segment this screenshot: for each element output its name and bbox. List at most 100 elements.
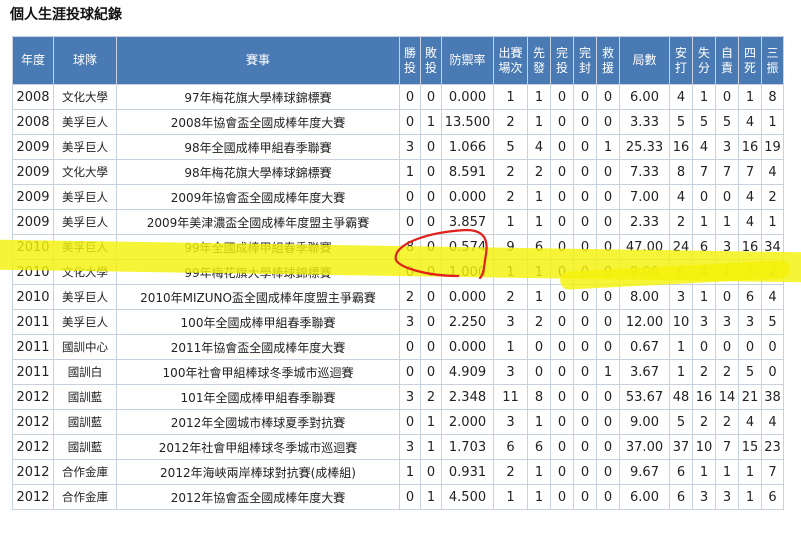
cell-wins: 1 [399,159,421,185]
cell-wins: 0 [399,259,421,285]
cell-era: 4.909 [441,359,494,385]
cell-hits: 8 [669,159,693,185]
cell-saves: 0 [596,184,620,210]
cell-hits: 4 [669,184,693,210]
cell-strikeouts: 19 [761,134,784,160]
cell-walks: 4 [738,209,762,235]
cell-innings: 2.33 [619,209,670,235]
cell-innings: 53.67 [619,384,670,410]
column-header-runs: 失分 [692,36,716,85]
cell-walks: 3 [738,309,762,335]
cell-games: 9 [493,234,528,260]
cell-walks: 4 [738,184,762,210]
cell-shutouts: 0 [573,409,597,435]
cell-saves: 0 [596,159,620,185]
cell-hits: 37 [669,434,693,460]
column-header-earned-runs: 自責 [715,36,739,85]
table-row: 2012 合作金庫 2012年海峽兩岸棒球對抗賽(成棒組) 1 0 0.931 2 1 0 0 0 9… [12,459,784,485]
column-header-starts: 先發 [527,36,551,85]
cell-walks: 16 [738,234,762,260]
table-row: 2009 文化大學 98年梅花旗大學棒球錦標賽 1 0 8.591 2 2 0 0 0 7.33 8 7 7… [12,159,784,185]
cell-losses: 0 [420,334,442,360]
cell-event: 2012年海峽兩岸棒球對抗賽(成棒組) [116,459,400,485]
pitching-record-table: 年度 球隊 賽事勝投敗投防禦率 出賽 場次先發完投完封救援局數安打失分自責四死三振 20… [12,36,784,510]
cell-earned-runs: 3 [715,234,739,260]
cell-games: 1 [493,334,528,360]
cell-games: 5 [493,134,528,160]
cell-era: 0.000 [441,184,494,210]
cell-hits: 2 [669,209,693,235]
cell-earned-runs: 2 [715,409,739,435]
cell-era: 0.000 [441,334,494,360]
cell-wins: 3 [399,434,421,460]
cell-shutouts: 0 [573,134,597,160]
cell-complete-games: 0 [550,384,574,410]
cell-starts: 6 [527,234,551,260]
cell-era: 0.574 [441,234,494,260]
cell-event: 99年全國成棒甲組春季聯賽 [116,234,400,260]
cell-strikeouts: 2 [761,259,784,285]
cell-year: 2012 [12,459,54,485]
cell-strikeouts: 7 [761,459,784,485]
cell-shutouts: 0 [573,334,597,360]
table-row: 2009 美孚巨人 2009年協會盃全國成棒年度大賽 0 0 0.000 2 1 0 0 0 7.00… [12,184,784,210]
cell-losses: 0 [420,184,442,210]
cell-event: 2011年協會盃全國成棒年度大賽 [116,334,400,360]
cell-saves: 0 [596,484,620,510]
cell-complete-games: 0 [550,434,574,460]
cell-starts: 1 [527,284,551,310]
table-row: 2011 國訓中心 2011年協會盃全國成棒年度大賽 0 0 0.000 1 0 0 0 0 0.67… [12,334,784,360]
cell-earned-runs: 0 [715,284,739,310]
table-row: 2009 美孚巨人 2009年美津濃盃全國成棒年度盟主爭霸賽 0 0 3.857 1 1 0 0 0… [12,209,784,235]
cell-strikeouts: 6 [761,484,784,510]
cell-wins: 0 [399,184,421,210]
cell-starts: 1 [527,259,551,285]
cell-team: 美孚巨人 [53,284,117,310]
cell-walks: 21 [738,384,762,410]
cell-walks: 15 [738,434,762,460]
cell-starts: 4 [527,134,551,160]
cell-hits: 6 [669,459,693,485]
cell-innings: 47.00 [619,234,670,260]
cell-saves: 0 [596,209,620,235]
cell-innings: 6.00 [619,484,670,510]
cell-saves: 0 [596,284,620,310]
cell-starts: 2 [527,159,551,185]
table-row: 2009 美孚巨人 98年全國成棒甲組春季聯賽 3 0 1.066 5 4 0 0 1 25.33 16… [12,134,784,160]
cell-innings: 9.67 [619,459,670,485]
cell-innings: 25.33 [619,134,670,160]
cell-hits: 5 [669,109,693,135]
cell-earned-runs: 5 [715,109,739,135]
cell-strikeouts: 8 [761,84,784,110]
cell-games: 1 [493,84,528,110]
column-header-shutouts: 完封 [573,36,597,85]
cell-team: 國訓中心 [53,334,117,360]
cell-losses: 0 [420,209,442,235]
cell-runs: 5 [692,109,716,135]
cell-event: 2012年全國城市棒球夏季對抗賽 [116,409,400,435]
header-row: 年度 球隊 賽事勝投敗投防禦率 出賽 場次先發完投完封救援局數安打失分自責四死三振 [12,36,784,85]
cell-wins: 0 [399,359,421,385]
cell-saves: 0 [596,84,620,110]
cell-complete-games: 0 [550,284,574,310]
cell-strikeouts: 38 [761,384,784,410]
cell-hits: 16 [669,134,693,160]
cell-saves: 0 [596,409,620,435]
cell-innings: 7.33 [619,159,670,185]
cell-shutouts: 0 [573,159,597,185]
cell-walks: 5 [738,359,762,385]
cell-complete-games: 0 [550,359,574,385]
cell-wins: 0 [399,84,421,110]
cell-saves: 0 [596,109,620,135]
cell-year: 2012 [12,484,54,510]
cell-hits: 6 [669,484,693,510]
column-header-games: 出賽 場次 [493,36,528,85]
cell-earned-runs: 1 [715,459,739,485]
cell-complete-games: 0 [550,109,574,135]
cell-saves: 1 [596,134,620,160]
page-title: 個人生涯投球紀錄 [10,7,122,23]
cell-walks: 1 [738,84,762,110]
cell-hits: 1 [669,359,693,385]
cell-complete-games: 0 [550,84,574,110]
cell-walks: 1 [738,484,762,510]
